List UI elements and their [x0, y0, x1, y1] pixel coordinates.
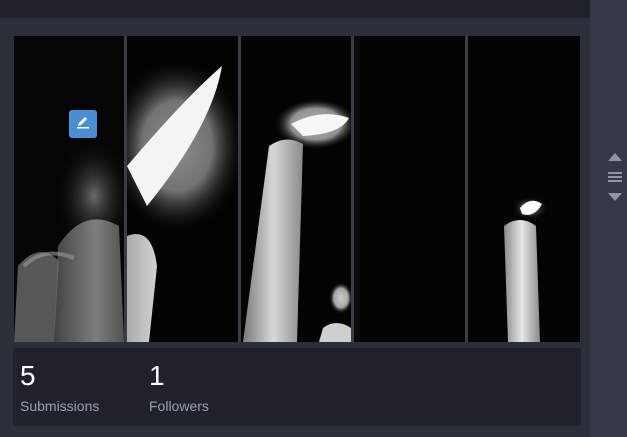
followers-count: 1	[149, 360, 165, 391]
pencil-icon	[75, 114, 91, 134]
profile-showcase: 5 Submissions 1 Followers	[0, 0, 627, 437]
candle-photo-2[interactable]	[127, 36, 238, 342]
followers-stat[interactable]: 1 Followers	[149, 358, 209, 414]
image-strip	[14, 36, 580, 342]
followers-label: Followers	[149, 398, 209, 414]
candle-photo-1[interactable]	[14, 36, 124, 342]
edit-showcase-button[interactable]	[69, 110, 97, 138]
profile-stats: 5 Submissions 1 Followers	[13, 348, 581, 426]
candle-photo-3[interactable]	[241, 36, 351, 342]
arrow-down-icon[interactable]	[606, 188, 624, 201]
hamburger-icon[interactable]	[606, 168, 624, 182]
scroll-rail	[590, 0, 627, 437]
arrow-up-icon[interactable]	[606, 148, 624, 161]
candle-photo-4[interactable]	[354, 36, 465, 342]
candle-photo-5[interactable]	[468, 36, 580, 342]
submissions-count: 5	[20, 360, 36, 391]
top-bar	[0, 0, 590, 18]
submissions-label: Submissions	[20, 398, 100, 414]
submissions-stat[interactable]: 5 Submissions	[20, 358, 99, 414]
